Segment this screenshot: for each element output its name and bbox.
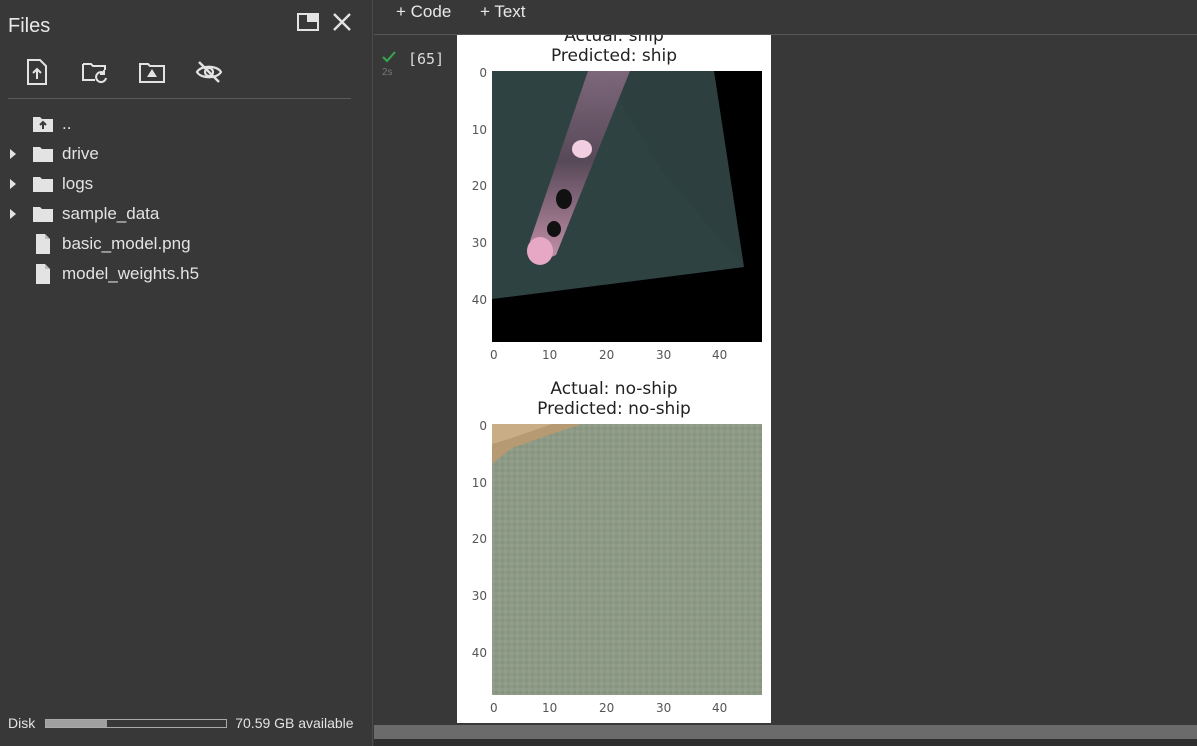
x-tick: 20 [599,348,615,362]
file-tree: .. drive logs sample_data basic_model.pn… [0,109,360,289]
tree-item-drive[interactable]: drive [0,139,360,169]
tree-item-label: drive [62,144,99,163]
y-tick: 10 [471,476,487,490]
sidebar-title: Files [8,15,51,37]
y-tick: 20 [471,532,487,546]
bottom-strip [374,739,1197,746]
notebook-toolbar: + Code + Text [374,0,1197,35]
disk-available: 70.59 GB available [235,715,354,731]
y-tick: 0 [479,66,487,80]
tree-item-model-weights-h5[interactable]: model_weights.h5 [0,259,360,289]
tree-item-parent[interactable]: .. [0,109,360,139]
y-tick: 0 [479,419,487,433]
plot-subtitle: Predicted: ship [550,46,678,66]
folder-icon [33,177,53,192]
x-tick: 0 [490,348,498,362]
y-tick: 30 [471,589,487,603]
disk-usage: Disk 70.59 GB available [8,715,354,731]
x-tick: 40 [712,701,728,715]
cell-output: Actual: ship Predicted: ship 0 10 20 30 … [457,35,771,723]
tree-item-logs[interactable]: logs [0,169,360,199]
parent-folder-icon [33,117,53,132]
caret-right-icon[interactable] [9,179,17,189]
folder-icon [33,147,53,162]
mount-drive-icon[interactable] [138,58,165,86]
y-tick: 40 [471,293,487,307]
x-tick: 30 [656,348,672,362]
tree-item-label: logs [62,174,94,193]
add-code-button[interactable]: + Code [396,2,451,22]
execution-time: 2s [382,67,393,78]
tree-item-label: model_weights.h5 [62,264,200,283]
caret-right-icon[interactable] [9,209,17,219]
sidebar-header-actions [296,10,354,34]
folder-icon [33,207,53,222]
files-toolbar [24,58,223,86]
plot-title: Actual: no-ship [550,379,678,399]
disk-usage-fill [46,719,108,727]
y-tick: 20 [471,179,487,193]
success-check-icon [382,51,396,63]
plot-subtitle: Predicted: no-ship [537,399,691,419]
files-sidebar: Files .. drive logs sample_data basic_mo… [0,0,373,746]
x-tick: 30 [656,701,672,715]
sidebar-divider [8,98,351,99]
x-tick: 10 [542,701,558,715]
cell-gutter: [65] 2s [374,35,457,725]
x-tick: 40 [712,348,728,362]
y-tick: 40 [471,646,487,660]
output-image-ship [492,71,762,342]
x-tick: 20 [599,701,615,715]
tree-item-basic-model-png[interactable]: basic_model.png [0,229,360,259]
plot-title: Actual: ship [564,35,664,46]
file-icon [36,234,50,254]
x-tick: 0 [490,701,498,715]
tree-item-label: .. [62,114,72,133]
y-tick: 30 [471,236,487,250]
panel-expand-icon[interactable] [296,10,320,34]
upload-file-icon[interactable] [24,58,50,86]
refresh-folder-icon[interactable] [81,58,107,86]
disk-label: Disk [8,715,36,731]
tree-item-label: sample_data [62,204,160,223]
disk-usage-bar [45,718,228,728]
execution-count[interactable]: [65] [408,50,444,68]
caret-right-icon[interactable] [9,149,17,159]
horizontal-scrollbar[interactable] [374,725,1197,739]
close-icon[interactable] [330,10,354,34]
y-tick: 10 [471,123,487,137]
tree-item-sample-data[interactable]: sample_data [0,199,360,229]
file-icon [36,264,50,284]
output-image-no-ship [492,424,762,695]
x-tick: 10 [542,348,558,362]
hide-files-icon[interactable] [195,58,223,86]
add-text-button[interactable]: + Text [480,2,526,22]
tree-item-label: basic_model.png [62,234,191,253]
